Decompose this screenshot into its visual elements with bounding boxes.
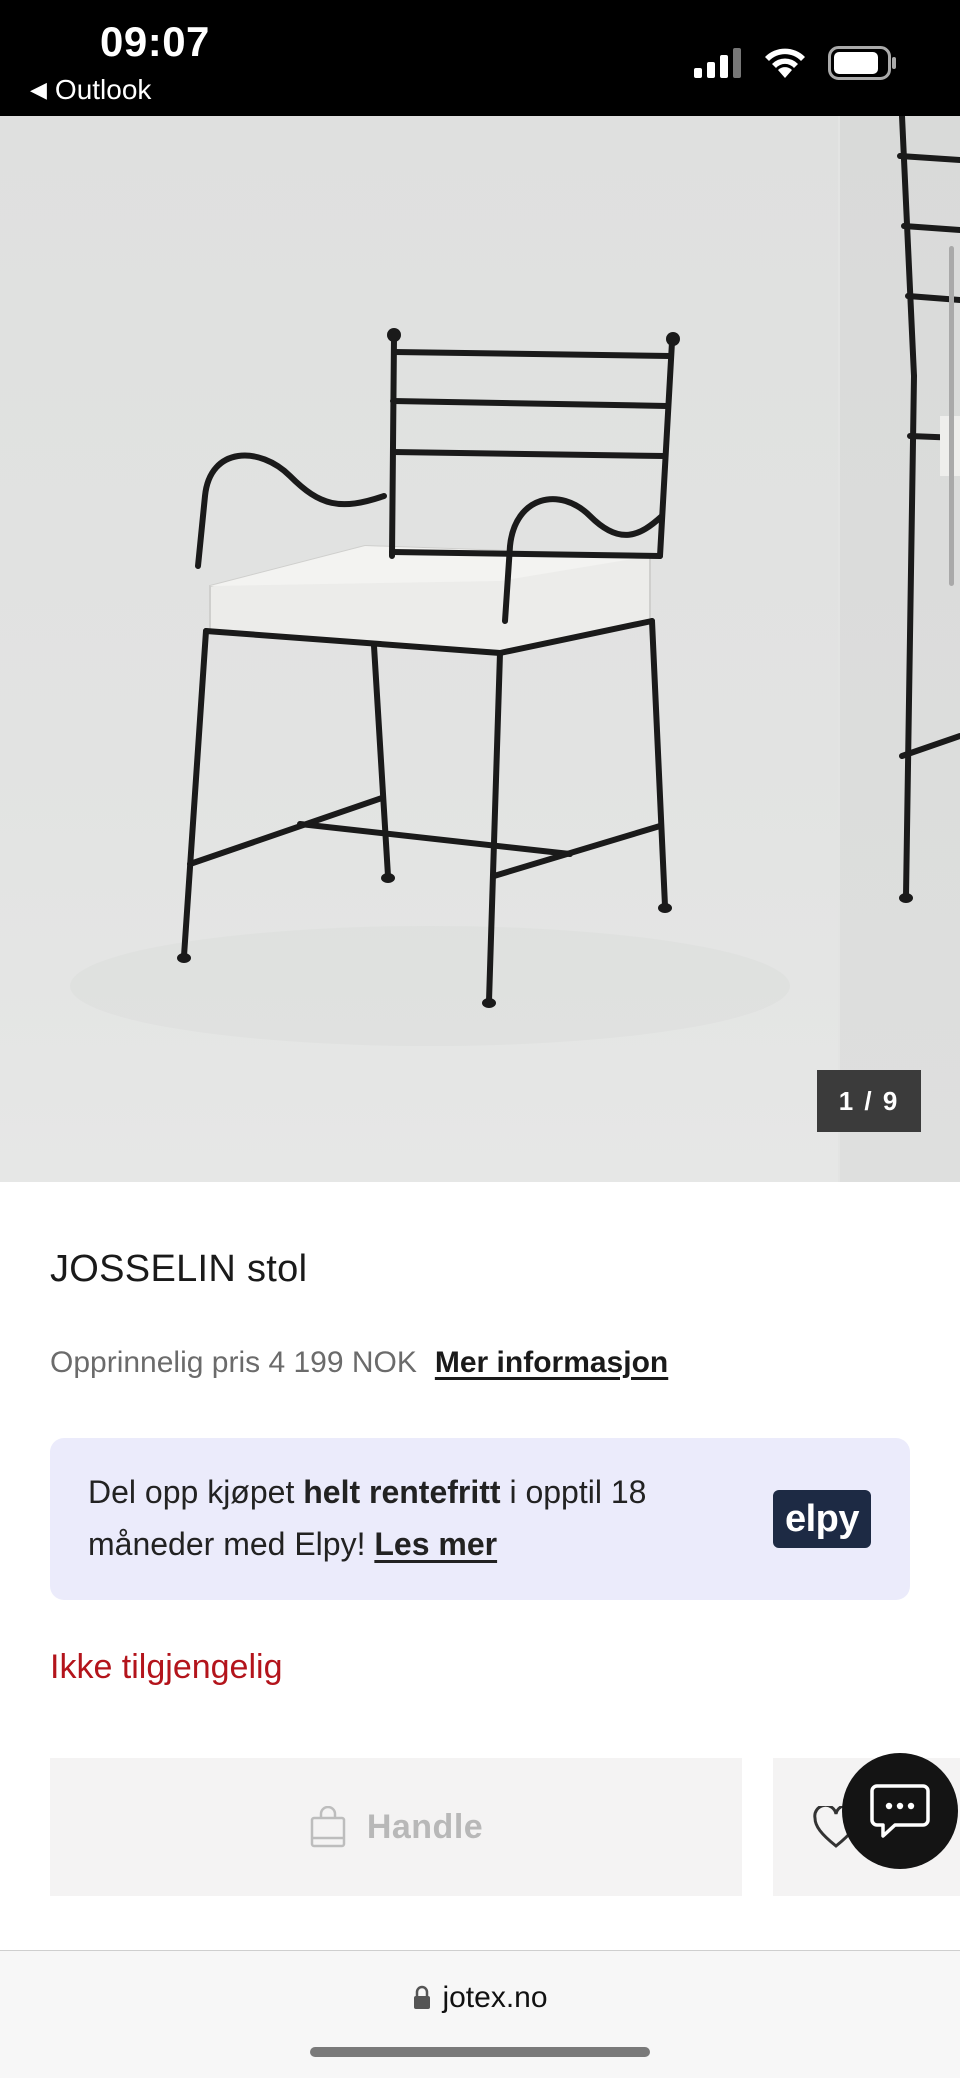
battery-icon bbox=[828, 46, 896, 80]
shopping-bag-icon bbox=[310, 1806, 346, 1848]
url-field[interactable]: jotex.no bbox=[0, 1981, 960, 2015]
next-product-image[interactable] bbox=[840, 116, 960, 1182]
chair-illustration-partial bbox=[897, 116, 960, 903]
add-to-cart-button[interactable]: Handle bbox=[50, 1758, 742, 1896]
elpy-financing-banner: Del opp kjøpet helt rentefritt i opptil … bbox=[50, 1438, 910, 1600]
chat-bubble-icon bbox=[870, 1784, 930, 1838]
read-more-link[interactable]: Les mer bbox=[374, 1526, 497, 1562]
back-to-outlook-link[interactable]: ◀ Outlook bbox=[30, 74, 151, 106]
browser-address-bar: jotex.no bbox=[0, 1950, 960, 2078]
original-price: Opprinnelig pris 4 199 NOK bbox=[50, 1346, 417, 1379]
add-to-cart-label: Handle bbox=[366, 1807, 484, 1846]
product-page: 09:07 ◀ Outlook 1 / 9 JOSSELIN stol Oppr… bbox=[0, 0, 960, 2078]
back-triangle-icon: ◀ bbox=[30, 77, 47, 102]
back-label: Outlook bbox=[54, 74, 152, 105]
chat-support-button[interactable] bbox=[842, 1753, 958, 1869]
elpy-text-bold: helt rentefritt bbox=[303, 1474, 501, 1510]
availability-status: Ikke tilgjengelig bbox=[50, 1648, 283, 1686]
elpy-message: Del opp kjøpet helt rentefritt i opptil … bbox=[88, 1466, 728, 1570]
status-time: 09:07 bbox=[100, 18, 210, 65]
more-info-link[interactable]: Mer informasjon bbox=[435, 1346, 668, 1380]
product-title: JOSSELIN stol bbox=[50, 1248, 308, 1290]
wifi-icon bbox=[765, 48, 805, 78]
home-indicator[interactable] bbox=[310, 2047, 650, 2057]
gallery-scroll-indicator bbox=[949, 246, 954, 586]
url-text: jotex.no bbox=[442, 1981, 548, 2014]
elpy-text-before: Del opp kjøpet bbox=[88, 1474, 304, 1510]
cellular-signal-icon bbox=[694, 48, 741, 78]
product-image[interactable] bbox=[0, 116, 838, 1182]
slide-counter: 1 / 9 bbox=[817, 1070, 921, 1132]
price-row: Opprinnelig pris 4 199 NOK Mer informasj… bbox=[50, 1346, 668, 1380]
status-bar: 09:07 ◀ Outlook bbox=[0, 0, 960, 116]
status-icons bbox=[694, 46, 898, 80]
product-image-gallery[interactable]: 1 / 9 bbox=[0, 116, 960, 1182]
lock-icon bbox=[414, 1985, 431, 2009]
chair-illustration bbox=[70, 328, 790, 1046]
elpy-logo: elpy bbox=[773, 1490, 871, 1548]
